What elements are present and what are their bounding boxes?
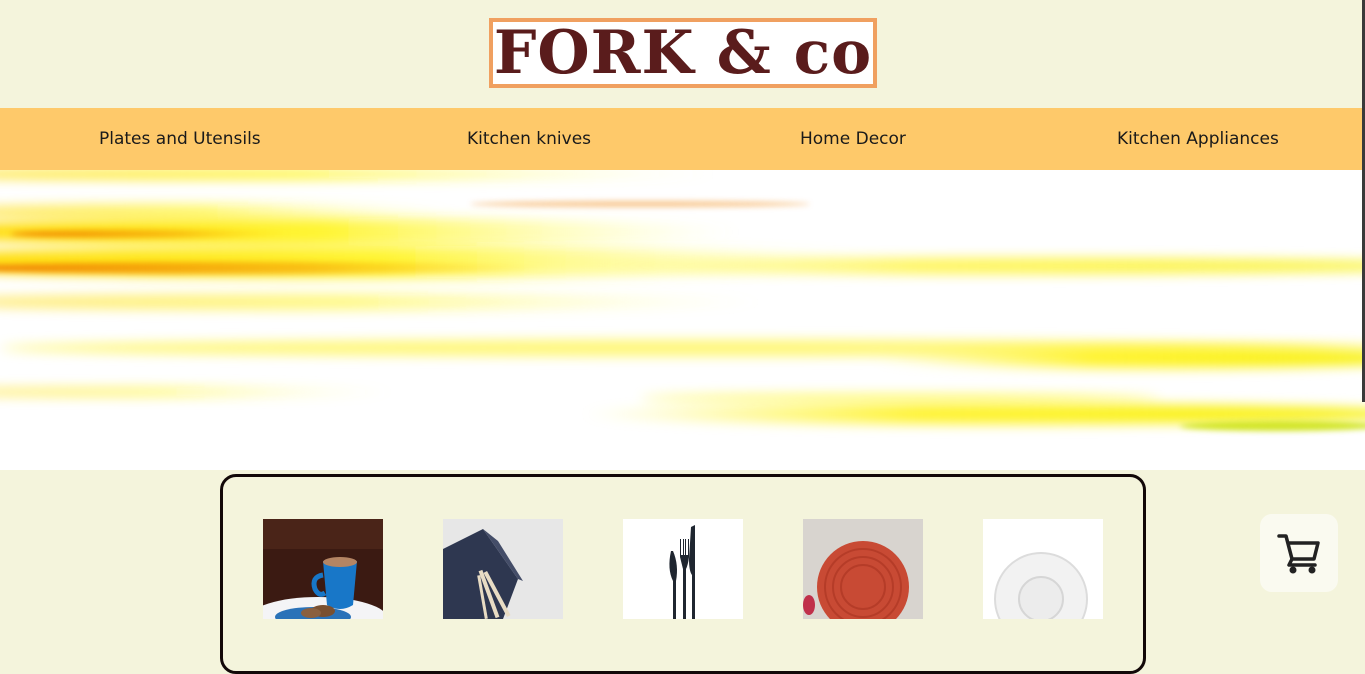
hero-streaks-image bbox=[0, 170, 1365, 431]
nav-item-kitchen-appliances[interactable]: Kitchen Appliances bbox=[1117, 108, 1279, 170]
site-header: FORK & co bbox=[0, 0, 1365, 108]
main-nav: Plates and Utensils Kitchen knives Home … bbox=[0, 108, 1365, 170]
napkin-cutlery-image bbox=[443, 519, 563, 619]
brand-logo-text: FORK & co bbox=[493, 18, 873, 88]
nav-item-home-decor[interactable]: Home Decor bbox=[800, 108, 906, 170]
red-plate-image bbox=[803, 519, 923, 619]
hero-banner bbox=[0, 170, 1365, 470]
product-card-red-plate[interactable] bbox=[803, 519, 923, 619]
product-card-coffee[interactable] bbox=[263, 519, 383, 619]
product-card-white-saucer[interactable] bbox=[983, 519, 1103, 619]
cart-button[interactable] bbox=[1260, 514, 1338, 592]
coffee-cup-image bbox=[263, 519, 383, 619]
shopping-cart-icon bbox=[1277, 534, 1320, 574]
cutlery-set-image bbox=[623, 519, 743, 619]
white-saucer-image bbox=[983, 519, 1103, 619]
nav-item-kitchen-knives[interactable]: Kitchen knives bbox=[467, 108, 591, 170]
product-card-napkin-cutlery[interactable] bbox=[443, 519, 563, 619]
nav-item-plates-and-utensils[interactable]: Plates and Utensils bbox=[99, 108, 261, 170]
brand-logo[interactable]: FORK & co bbox=[489, 18, 877, 88]
product-card-cutlery-set[interactable] bbox=[623, 519, 743, 619]
